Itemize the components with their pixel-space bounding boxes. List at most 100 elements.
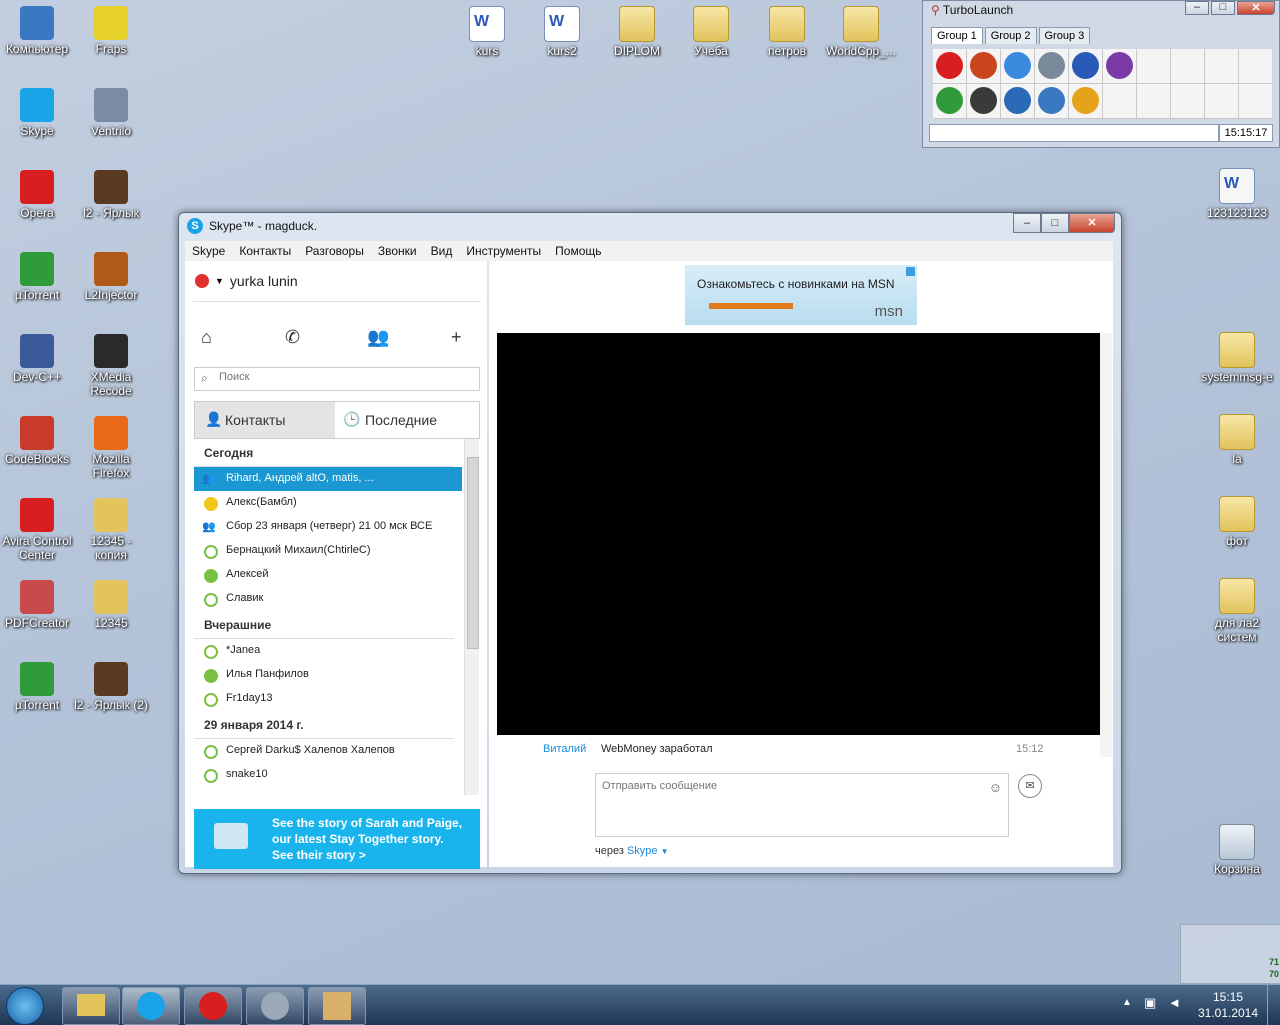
turbolaunch-slot[interactable] xyxy=(1035,49,1068,83)
chevron-down-icon[interactable]: ▼ xyxy=(661,847,669,856)
turbolaunch-slot[interactable] xyxy=(1103,84,1136,118)
ad-banner[interactable]: Ознакомьтесь с новинками на MSN msn xyxy=(685,265,917,325)
menu-инструменты[interactable]: Инструменты xyxy=(459,241,548,261)
status-busy-icon[interactable] xyxy=(195,274,209,288)
volume-icon[interactable]: ◄ xyxy=(1168,995,1181,1010)
clock[interactable]: 15:15 31.01.2014 xyxy=(1196,989,1260,1021)
minimize-button[interactable]: – xyxy=(1013,213,1041,233)
scrollbar[interactable] xyxy=(464,439,479,795)
send-button[interactable]: ✉ xyxy=(1018,774,1042,798)
taskbar-opera-icon[interactable] xyxy=(184,987,242,1025)
contact-row[interactable]: Сергей Darku$ Халепов Халепов xyxy=(194,739,462,763)
turbolaunch-slot[interactable] xyxy=(1239,49,1272,83)
tab-contacts[interactable]: 👤 Контакты xyxy=(194,401,336,439)
turbolaunch-slot[interactable] xyxy=(1103,49,1136,83)
desktop-icon[interactable]: 12345 - копия xyxy=(74,498,148,562)
desktop-icon[interactable]: петров xyxy=(750,6,824,58)
desktop-icon[interactable]: µTorrent xyxy=(0,662,74,712)
turbolaunch-slot[interactable] xyxy=(1171,84,1204,118)
emoticon-icon[interactable]: ☺ xyxy=(989,780,1002,795)
desktop-icon[interactable]: Fraps xyxy=(74,6,148,56)
desktop-icon[interactable]: Корзина xyxy=(1200,824,1274,876)
turbolaunch-tab-1[interactable]: Group 1 xyxy=(931,27,983,44)
taskbar-ventrilo-icon[interactable] xyxy=(246,987,304,1025)
desktop-icon[interactable]: Ventrilo xyxy=(74,88,148,138)
show-desktop-button[interactable] xyxy=(1267,985,1280,1025)
turbolaunch-slot[interactable] xyxy=(1001,49,1034,83)
message-input[interactable] xyxy=(600,778,984,832)
desktop-icon[interactable]: Opera xyxy=(0,170,74,220)
desktop-icon[interactable]: 12345 xyxy=(74,580,148,630)
menu-контакты[interactable]: Контакты xyxy=(232,241,298,261)
group-icon[interactable]: 👥 xyxy=(367,327,389,348)
contact-row[interactable]: Fr1day13 xyxy=(194,687,462,711)
scrollbar-thumb[interactable] xyxy=(467,457,479,649)
contact-row[interactable]: *Janea xyxy=(194,639,462,663)
close-button[interactable]: ✕ xyxy=(1069,213,1115,233)
menu-помощь[interactable]: Помощь xyxy=(548,241,608,261)
turbolaunch-slot[interactable] xyxy=(1239,84,1272,118)
menu-разговоры[interactable]: Разговоры xyxy=(298,241,371,261)
contact-row[interactable]: Алекс(Бамбл) xyxy=(194,491,462,515)
desktop-icon[interactable]: L2Injector xyxy=(74,252,148,302)
desktop-icon[interactable]: l2 - Ярлык xyxy=(74,170,148,220)
desktop-icon[interactable]: kurs xyxy=(450,6,524,58)
search-input[interactable] xyxy=(217,370,477,384)
turbolaunch-slot[interactable] xyxy=(933,84,966,118)
taskbar-explorer-icon[interactable] xyxy=(62,987,120,1025)
message-sender[interactable]: Виталий xyxy=(543,743,586,755)
taskbar-game-icon[interactable] xyxy=(308,987,366,1025)
turbolaunch-tab-2[interactable]: Group 2 xyxy=(984,27,1037,44)
chat-scrollbar[interactable] xyxy=(1100,333,1112,757)
menu-звонки[interactable]: Звонки xyxy=(371,241,424,261)
desktop-icon[interactable]: DIPLOM xyxy=(600,6,674,58)
desktop-icon[interactable]: l2 - Ярлык (2) xyxy=(74,662,148,712)
promo-banner[interactable]: See the story of Sarah and Paige, our la… xyxy=(194,809,480,869)
turbolaunch-maximize-button[interactable]: □ xyxy=(1211,1,1235,15)
home-icon[interactable]: ⌂ xyxy=(201,327,212,348)
desktop-icon[interactable]: WorldCpp_... xyxy=(824,6,898,58)
contact-row[interactable]: Илья Панфилов xyxy=(194,663,462,687)
turbolaunch-slot[interactable] xyxy=(1137,49,1170,83)
menu-вид[interactable]: Вид xyxy=(424,241,460,261)
contact-row[interactable]: 👥 Сбор 23 января (четверг) 21 00 мск ВСЕ xyxy=(194,515,462,539)
desktop-icon[interactable]: µTorrent xyxy=(0,252,74,302)
desktop-icon[interactable]: фот xyxy=(1200,496,1274,548)
turbolaunch-slot[interactable] xyxy=(1069,49,1102,83)
menu-skype[interactable]: Skype xyxy=(185,241,232,261)
turbolaunch-slot[interactable] xyxy=(1171,49,1204,83)
network-icon[interactable]: ▣ xyxy=(1144,995,1156,1011)
turbolaunch-slot[interactable] xyxy=(1035,84,1068,118)
turbolaunch-slot[interactable] xyxy=(1137,84,1170,118)
maximize-button[interactable]: □ xyxy=(1041,213,1069,233)
desktop-icon[interactable]: XMedia Recode xyxy=(74,334,148,398)
desktop-icon[interactable]: 123123123 xyxy=(1200,168,1274,220)
turbolaunch-slot[interactable] xyxy=(1205,84,1238,118)
desktop-icon[interactable]: Dev-C++ xyxy=(0,334,74,384)
phone-icon[interactable]: ✆ xyxy=(285,327,300,348)
taskbar-skype-icon[interactable] xyxy=(122,987,180,1025)
desktop-icon[interactable]: Компьютер xyxy=(0,6,74,56)
start-button[interactable] xyxy=(6,987,44,1025)
message-box[interactable]: ☺ xyxy=(595,773,1009,837)
desktop-icon[interactable]: Avira Control Center xyxy=(0,498,74,562)
turbolaunch-slot[interactable] xyxy=(1205,49,1238,83)
turbolaunch-slot[interactable] xyxy=(933,49,966,83)
via-skype-link[interactable]: Skype xyxy=(627,845,658,857)
add-contact-icon[interactable]: + xyxy=(451,327,462,348)
desktop-icon[interactable]: kurs2 xyxy=(525,6,599,58)
turbolaunch-close-button[interactable]: ✕ xyxy=(1237,1,1275,15)
contact-row[interactable]: Бернацкий Михаил(ChtirleC) xyxy=(194,539,462,563)
ad-info-icon[interactable] xyxy=(906,267,915,276)
desktop-icon[interactable]: Mozilla Firefox xyxy=(74,416,148,480)
desktop-icon[interactable]: la xyxy=(1200,414,1274,466)
desktop-icon[interactable]: systemmsg-e xyxy=(1200,332,1274,384)
desktop-icon[interactable]: для ла2 систем xyxy=(1200,578,1274,644)
contact-row[interactable]: Славик xyxy=(194,587,462,611)
contact-row[interactable]: snake10 xyxy=(194,763,462,787)
search-box[interactable]: ⌕ xyxy=(194,367,480,391)
turbolaunch-tab-3[interactable]: Group 3 xyxy=(1038,27,1091,44)
profile-header[interactable]: ▼ yurka lunin xyxy=(195,273,298,289)
desktop-icon[interactable]: CodeBlocks xyxy=(0,416,74,466)
contact-row[interactable]: Алексей xyxy=(194,563,462,587)
